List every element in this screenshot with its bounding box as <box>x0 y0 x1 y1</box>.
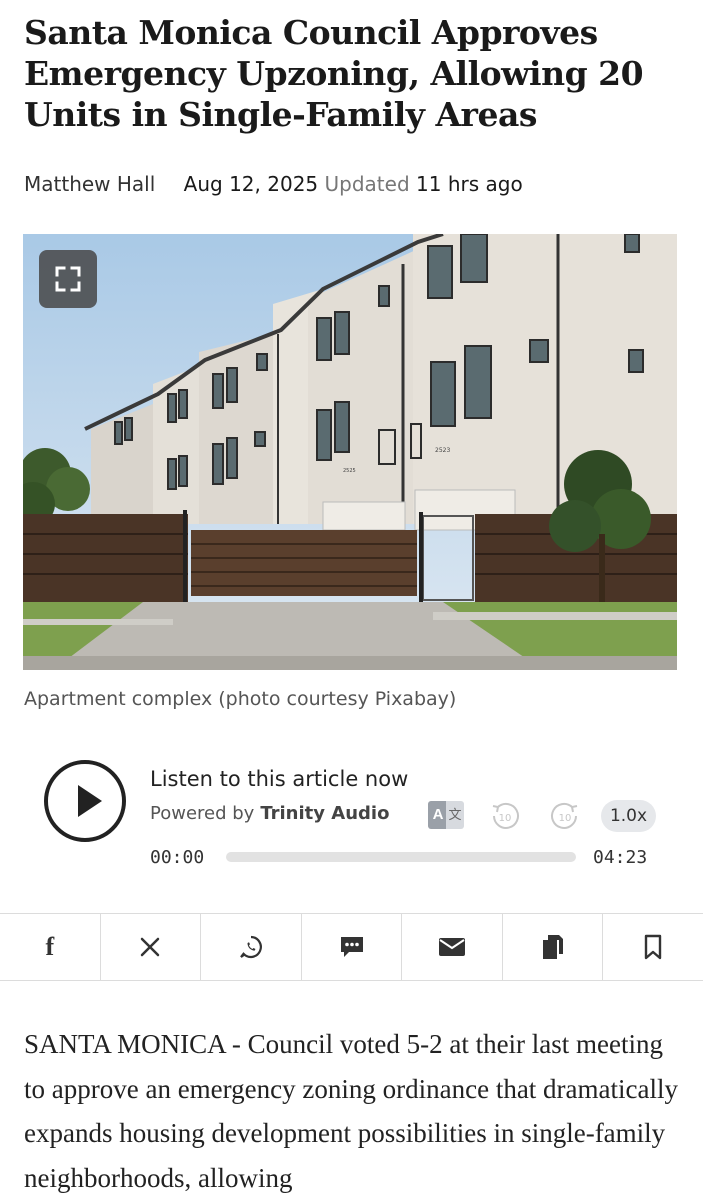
share-bar: f <box>0 913 703 981</box>
byline: Matthew Hall Aug 12, 2025 Updated 11 hrs… <box>24 172 523 196</box>
rewind-10-button[interactable]: 10 <box>489 800 521 832</box>
updated-label: Updated <box>324 172 410 196</box>
play-icon <box>78 785 102 817</box>
forward-icon: 10 <box>551 802 578 829</box>
current-time: 00:00 <box>150 847 205 868</box>
translate-icon: A <box>428 801 448 829</box>
playback-speed-button[interactable]: 1.0x <box>601 800 656 832</box>
play-button[interactable] <box>44 760 126 842</box>
hero-image[interactable]: 2523 2525 <box>23 234 677 670</box>
audio-player: Listen to this article now Powered by Tri… <box>0 745 703 885</box>
share-x-button[interactable] <box>101 914 202 980</box>
forward-seconds: 10 <box>559 813 572 824</box>
article-body-paragraph: SANTA MONICA - Council voted 5-2 at thei… <box>24 1029 678 1193</box>
powered-by-label: Powered by <box>150 803 255 824</box>
expand-icon <box>55 266 81 292</box>
whatsapp-icon <box>240 935 262 959</box>
forward-10-button[interactable]: 10 <box>549 800 581 832</box>
apartment-complex-photo: 2523 2525 <box>23 234 677 670</box>
share-email-button[interactable] <box>402 914 503 980</box>
translate-button[interactable]: A 文 <box>428 801 464 829</box>
bookmark-button[interactable] <box>603 914 703 980</box>
author-link[interactable]: Matthew Hall <box>24 172 155 196</box>
x-icon <box>141 937 160 957</box>
rewind-seconds: 10 <box>499 813 512 824</box>
powered-by: Powered by Trinity Audio <box>150 803 389 824</box>
updated-time: 11 hrs ago <box>416 172 523 196</box>
total-time: 04:23 <box>593 847 648 868</box>
bookmark-icon <box>645 934 662 960</box>
progress-bar[interactable] <box>226 852 576 862</box>
publish-date: Aug 12, 2025 <box>183 172 319 196</box>
share-facebook-button[interactable]: f <box>0 914 101 980</box>
comment-icon <box>340 937 363 957</box>
brand-name[interactable]: Trinity Audio <box>260 803 389 824</box>
rewind-icon: 10 <box>492 802 519 829</box>
translate-icon-secondary: 文 <box>446 801 464 829</box>
copy-link-button[interactable] <box>503 914 604 980</box>
share-comment-button[interactable] <box>302 914 403 980</box>
copy-icon <box>542 935 563 959</box>
fullscreen-button[interactable] <box>39 250 97 308</box>
unit-number-2525: 2525 <box>343 468 356 474</box>
share-whatsapp-button[interactable] <box>201 914 302 980</box>
article-headline: Santa Monica Council Approves Emergency … <box>24 13 644 134</box>
image-caption: Apartment complex (photo courtesy Pixaba… <box>24 688 457 710</box>
email-icon <box>439 938 466 956</box>
facebook-icon: f <box>45 932 55 961</box>
player-title: Listen to this article now <box>150 767 409 791</box>
unit-number-2523: 2523 <box>435 447 450 454</box>
